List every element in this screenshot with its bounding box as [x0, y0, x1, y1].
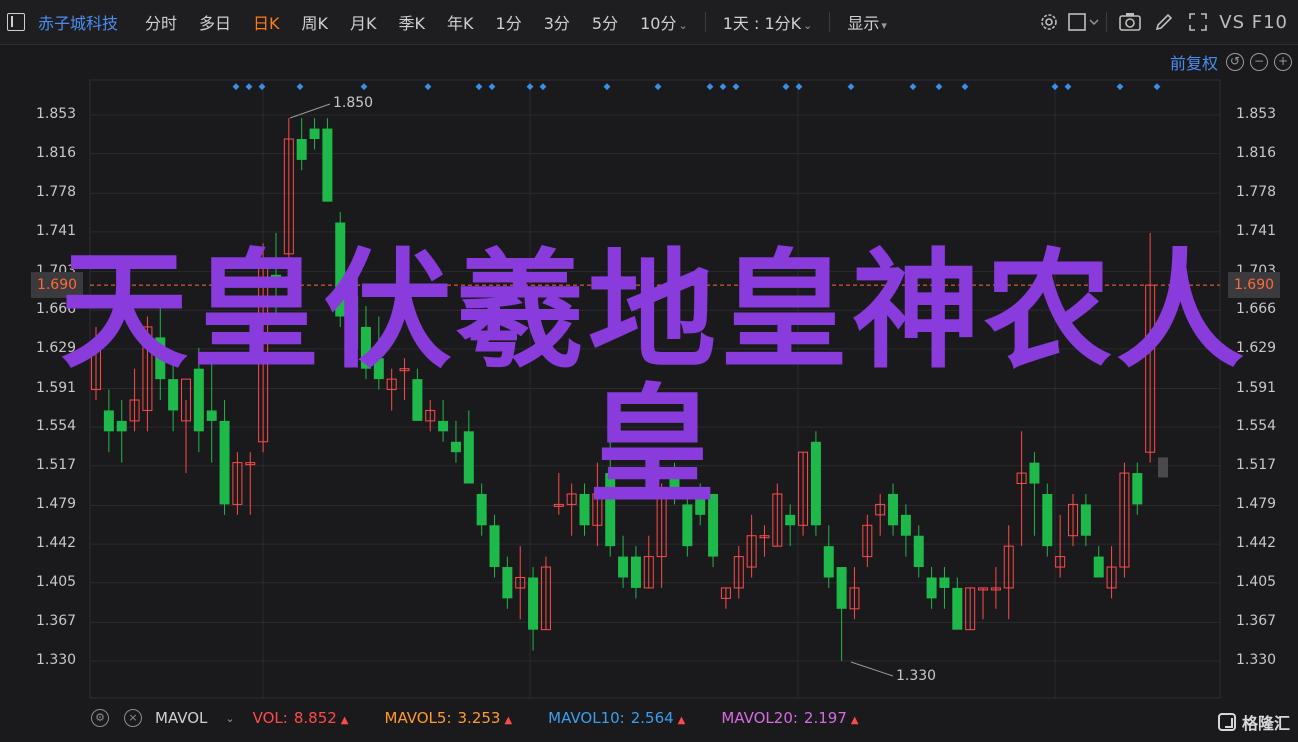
combo-period-select[interactable]: 1天 : 1分K ⌄ [712, 10, 824, 34]
indicator-mavol10-label: MAVOL10: [548, 709, 625, 727]
left-axis-tick-label: 1.442 [36, 535, 77, 552]
indicator-settings-gear-icon[interactable]: ⚙ [91, 709, 109, 727]
combo-period-label: 1天 : 1分K [722, 14, 802, 33]
divider [829, 12, 831, 32]
indicator-mavol5: MAVOL5: 3.253 ▲ [385, 709, 513, 727]
display-dropdown[interactable]: 显示 ▾ [836, 10, 898, 34]
low-price-annotation: 1.330 [896, 668, 937, 684]
fullscreen-icon[interactable] [1181, 7, 1215, 37]
vs-label: VS [1219, 11, 1245, 33]
left-axis-tick-label: 1.405 [36, 573, 77, 590]
forward-adjust-label[interactable]: 前复权 [1170, 50, 1218, 74]
indicator-vol-value: 8.852 [293, 709, 337, 727]
left-axis-tick-label: 1.853 [36, 106, 77, 122]
indicator-mavol10: MAVOL10: 2.564 ▲ [548, 709, 685, 727]
indicator-mavol10-value: 2.564 [630, 709, 674, 727]
period-tab-week-k[interactable]: 周K [291, 10, 340, 34]
toolbar-right: VS F10 [1032, 7, 1298, 37]
sidebar-toggle-icon[interactable] [7, 13, 25, 31]
volume-indicator-bar: ⚙ × MAVOL ⌄ VOL: 8.852 ▲ MAVOL5: 3.253 ▲ MAV… [0, 704, 1298, 732]
vs-f10-button[interactable]: VS F10 [1215, 12, 1298, 33]
period-tab-fenshi[interactable]: 分时 [134, 10, 188, 34]
right-axis-tick-label: 1.442 [1236, 535, 1277, 552]
adjustment-controls: 前复权 ↺ − + [1170, 51, 1298, 73]
zoom-out-icon[interactable]: − [1250, 53, 1268, 71]
period-tab-5min[interactable]: 5分 [581, 10, 629, 34]
camera-icon[interactable] [1113, 7, 1147, 37]
indicator-mavol20: MAVOL20: 2.197 ▲ [721, 709, 858, 727]
display-label: 显示 [847, 14, 880, 33]
pencil-icon[interactable] [1147, 7, 1181, 37]
indicator-vol: VOL: 8.852 ▲ [253, 709, 349, 727]
right-axis-tick-label: 1.778 [1236, 184, 1277, 201]
f10-label: F10 [1251, 11, 1288, 33]
up-arrow-icon: ▲ [504, 715, 513, 726]
left-axis-tick-label: 1.778 [36, 184, 77, 201]
right-axis-tick-label: 1.405 [1236, 573, 1277, 590]
up-arrow-icon: ▲ [340, 715, 349, 726]
indicator-mavol5-label: MAVOL5: [384, 709, 452, 727]
chevron-down-icon: ⌄ [678, 19, 688, 32]
logo-text: 格隆汇 [1241, 714, 1290, 733]
indicator-mavol5-value: 3.253 [457, 709, 501, 727]
right-axis-tick-label: 1.330 [1236, 652, 1277, 668]
period-tab-duori[interactable]: 多日 [188, 10, 242, 34]
stock-name[interactable]: 赤子城科技 [38, 10, 118, 34]
logo-mark-icon [1217, 713, 1236, 731]
left-axis-tick-label: 1.367 [36, 613, 77, 630]
indicator-name[interactable]: MAVOL [155, 709, 207, 727]
settings-gear-icon[interactable] [1032, 7, 1066, 37]
period-tab-10min-label: 10分 [640, 14, 677, 33]
chevron-down-icon[interactable]: ⌄ [225, 712, 234, 725]
divider [704, 12, 706, 32]
chevron-down-icon: ▾ [881, 19, 887, 32]
indicator-close-icon[interactable]: × [124, 709, 142, 727]
right-axis-tick-label: 1.367 [1236, 613, 1277, 630]
period-tab-1min[interactable]: 1分 [485, 10, 533, 34]
indicator-mavol20-value: 2.197 [803, 709, 847, 727]
top-toolbar: 赤子城科技 分时 多日 日K 周K 月K 季K 年K 1分 3分 5分 10分 ⌄… [0, 0, 1298, 45]
divider [1106, 12, 1108, 32]
period-tab-month-k[interactable]: 月K [339, 10, 388, 34]
right-axis-tick-label: 1.816 [1236, 144, 1277, 161]
left-axis-tick-label: 1.330 [36, 652, 77, 668]
period-tab-3min[interactable]: 3分 [533, 10, 581, 34]
up-arrow-icon: ▲ [850, 715, 859, 726]
indicator-vol-label: VOL: [252, 709, 288, 727]
indicator-mavol20-label: MAVOL20: [721, 709, 798, 727]
high-price-annotation: 1.850 [333, 95, 374, 111]
period-tab-10min[interactable]: 10分 ⌄ [629, 10, 699, 34]
period-tab-day-k[interactable]: 日K [242, 10, 291, 34]
period-tab-quarter-k[interactable]: 季K [388, 10, 437, 34]
left-axis-tick-label: 1.816 [36, 144, 77, 161]
up-arrow-icon: ▲ [677, 715, 686, 726]
gelonghui-logo: 格隆汇 [1217, 710, 1290, 734]
zoom-in-icon[interactable]: + [1274, 53, 1292, 71]
chevron-down-icon: ⌄ [803, 19, 813, 32]
watermark-text: 天皇伏羲地皇神农人皇 [59, 237, 1248, 521]
right-axis-tick-label: 1.853 [1236, 106, 1277, 122]
checkbox-dropdown-icon[interactable] [1066, 7, 1100, 37]
period-tab-year-k[interactable]: 年K [436, 10, 485, 34]
undo-icon[interactable]: ↺ [1226, 53, 1244, 71]
